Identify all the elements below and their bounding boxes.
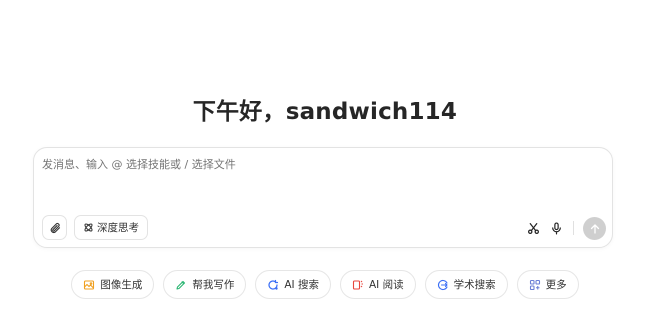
tool-label: AI 阅读 — [369, 279, 404, 291]
message-input[interactable] — [42, 158, 602, 171]
tool-writing[interactable]: 帮我写作 — [163, 270, 247, 299]
arrow-up-icon — [589, 223, 601, 235]
tool-image-generation[interactable]: 图像生成 — [71, 270, 155, 299]
attach-button[interactable] — [42, 215, 67, 240]
scissors-icon — [527, 222, 540, 235]
book-icon — [352, 279, 364, 291]
chat-home: 下午好，sandwich114 深度思考 — [0, 0, 650, 321]
deep-think-button[interactable]: 深度思考 — [74, 215, 148, 240]
tool-label: 图像生成 — [100, 279, 143, 291]
search-refresh-icon — [267, 279, 279, 291]
message-composer: 深度思考 — [33, 147, 613, 248]
pen-icon — [175, 279, 187, 291]
voice-input-button[interactable] — [547, 219, 565, 237]
tool-more[interactable]: 更多 — [516, 270, 579, 299]
tool-label: 帮我写作 — [192, 279, 235, 291]
screenshot-button[interactable] — [524, 219, 542, 237]
tool-label: AI 搜索 — [284, 279, 319, 291]
image-gen-icon — [83, 279, 95, 291]
quick-tools: 图像生成 帮我写作 AI 搜索 AI 阅读 学术搜索 更多 — [0, 270, 650, 299]
tool-academic-search[interactable]: 学术搜索 — [424, 270, 508, 299]
microphone-icon — [550, 221, 563, 235]
deep-think-label: 深度思考 — [97, 222, 139, 234]
paperclip-icon — [49, 222, 61, 234]
tool-label: 学术搜索 — [453, 279, 496, 291]
greeting-title: 下午好，sandwich114 — [192, 99, 458, 125]
graduation-icon — [437, 279, 449, 291]
tool-label: 更多 — [545, 279, 567, 291]
send-button[interactable] — [583, 217, 606, 240]
tool-ai-search[interactable]: AI 搜索 — [255, 270, 331, 299]
atom-icon — [83, 222, 94, 233]
grid-more-icon — [529, 279, 541, 291]
toolbar-divider — [573, 221, 574, 235]
tool-ai-reading[interactable]: AI 阅读 — [340, 270, 416, 299]
